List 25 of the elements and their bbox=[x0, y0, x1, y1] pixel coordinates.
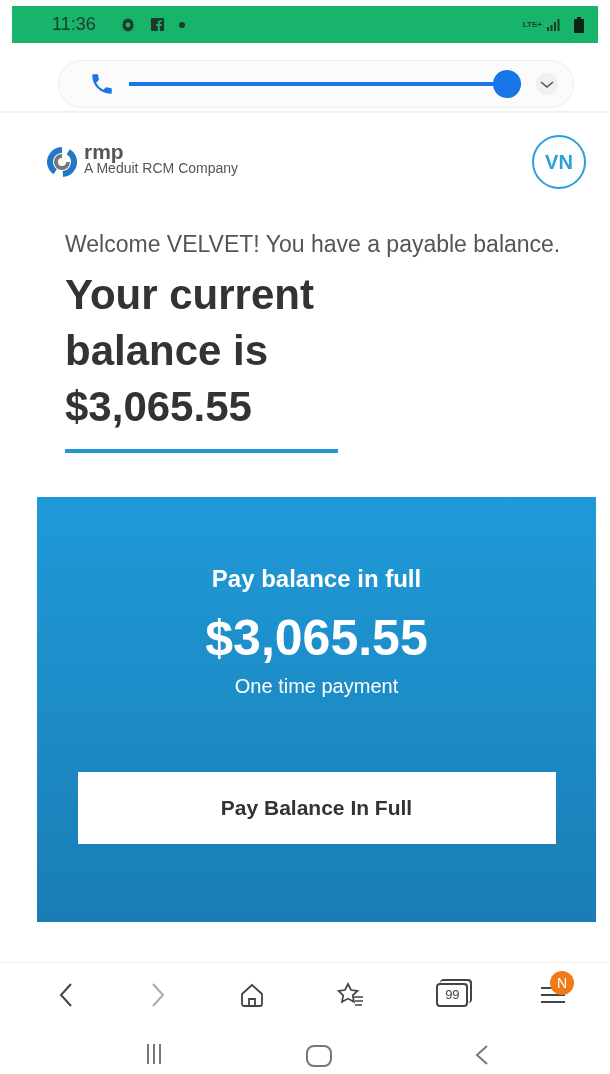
tabs-button[interactable]: 99 bbox=[436, 982, 469, 1007]
home-button-icon[interactable] bbox=[304, 1044, 333, 1068]
back-nav-icon[interactable] bbox=[474, 1044, 490, 1066]
signal-icon bbox=[546, 18, 560, 31]
phone-icon bbox=[89, 71, 115, 97]
bookmarks-icon[interactable] bbox=[336, 981, 365, 1008]
battery-icon bbox=[574, 16, 584, 33]
menu-badge: N bbox=[549, 970, 574, 995]
address-bar[interactable] bbox=[58, 60, 574, 108]
pay-button[interactable]: Pay Balance In Full bbox=[77, 772, 556, 844]
balance-heading: Your current balance is $3,065.55 bbox=[65, 270, 315, 432]
slider-thumb[interactable] bbox=[493, 70, 521, 98]
card-subtitle: One time payment bbox=[234, 675, 399, 698]
card-amount: $3,065.55 bbox=[205, 609, 428, 667]
recent-apps-icon[interactable] bbox=[145, 1044, 163, 1064]
card-title: Pay balance in full bbox=[211, 565, 422, 593]
network-type: LTE+ bbox=[522, 20, 542, 29]
home-icon[interactable] bbox=[239, 981, 266, 1008]
status-time: 11:36 bbox=[52, 14, 96, 35]
facebook-icon bbox=[149, 17, 165, 32]
notification-dot-icon bbox=[178, 21, 185, 28]
gear-icon bbox=[119, 16, 136, 33]
chevron-down-icon[interactable] bbox=[535, 72, 559, 96]
welcome-message: Welcome VELVET! You have a payable balance. bbox=[65, 230, 562, 259]
logo-text: rmp bbox=[84, 142, 124, 162]
